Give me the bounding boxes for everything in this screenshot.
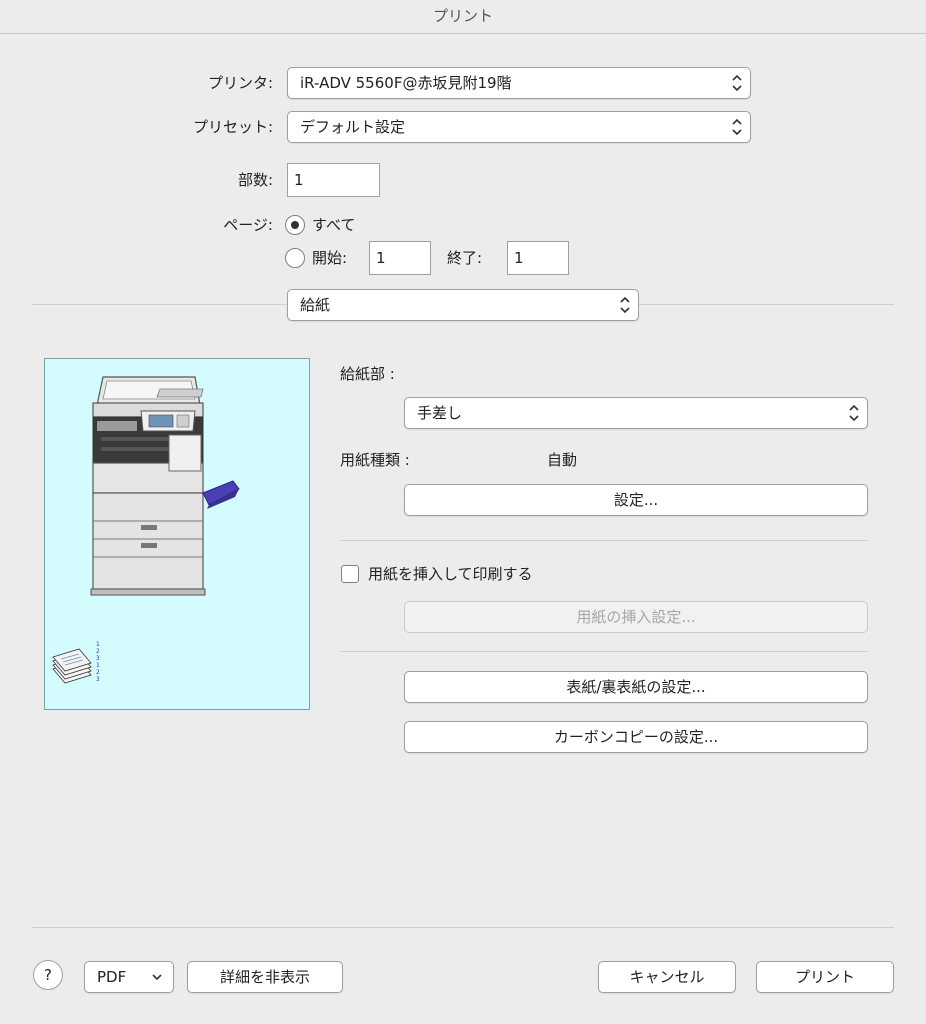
preset-label: プリセット: [192,118,273,136]
pages-from-field[interactable]: 1 [369,241,431,275]
pages-range-radio[interactable] [285,248,305,268]
printer-preview: 1 2 3 1 2 3 [44,358,310,710]
window-title: プリント [0,0,926,34]
collation-number: 3 [96,655,100,662]
print-button[interactable]: プリント [756,961,894,993]
updown-arrows-icon [620,296,630,314]
collation-number: 1 [96,641,100,648]
copies-label: 部数: [237,171,273,189]
preset-value: デフォルト設定 [300,118,406,136]
paper-source-label: 給紙部 : [340,365,395,383]
updown-arrows-icon [849,404,859,422]
updown-arrows-icon [732,118,742,136]
pdf-label: PDF [97,968,127,986]
section-popup[interactable]: 給紙 [287,289,639,321]
pages-to-field[interactable]: 1 [507,241,569,275]
insert-sheets-checkbox[interactable] [341,565,359,583]
paper-source-popup[interactable]: 手差し [404,397,868,429]
printer-value: iR-ADV 5560F@赤坂見附19階 [300,74,512,92]
collation-number: 2 [96,669,100,676]
insert-sheets-label: 用紙を挿入して印刷する [368,565,533,583]
collation-numbers: 1 2 3 1 2 3 [96,641,104,683]
paper-type-label: 用紙種類 : [340,451,410,469]
pages-from-label: 開始: [312,249,348,267]
collation-number: 3 [96,676,100,683]
pages-all-radio[interactable] [285,215,305,235]
updown-arrows-icon [732,74,742,92]
collation-number: 2 [96,648,100,655]
divider [340,651,868,652]
pages-label: ページ: [223,216,273,234]
paper-type-value: 自動 [547,451,578,469]
printer-label: プリンタ: [207,74,273,92]
cancel-button[interactable]: キャンセル [598,961,736,993]
paper-type-settings-button[interactable]: 設定... [404,484,868,516]
carbon-copy-settings-button[interactable]: カーボンコピーの設定... [404,721,868,753]
pages-to-label: 終了: [447,249,483,267]
cover-settings-button[interactable]: 表紙/裏表紙の設定... [404,671,868,703]
collation-number: 1 [96,662,100,669]
chevron-down-icon [152,974,162,981]
paper-source-value: 手差し [417,404,463,422]
divider [340,540,868,541]
copies-field[interactable]: 1 [287,163,380,197]
pdf-menu-button[interactable]: PDF [84,961,174,993]
section-value: 給紙 [300,296,331,314]
hide-details-button[interactable]: 詳細を非表示 [187,961,343,993]
preset-popup[interactable]: デフォルト設定 [287,111,751,143]
printer-popup[interactable]: iR-ADV 5560F@赤坂見附19階 [287,67,751,99]
insert-settings-button: 用紙の挿入設定... [404,601,868,633]
pages-all-label: すべて [312,216,356,234]
footer-divider [32,927,894,928]
help-button[interactable]: ? [33,960,63,990]
